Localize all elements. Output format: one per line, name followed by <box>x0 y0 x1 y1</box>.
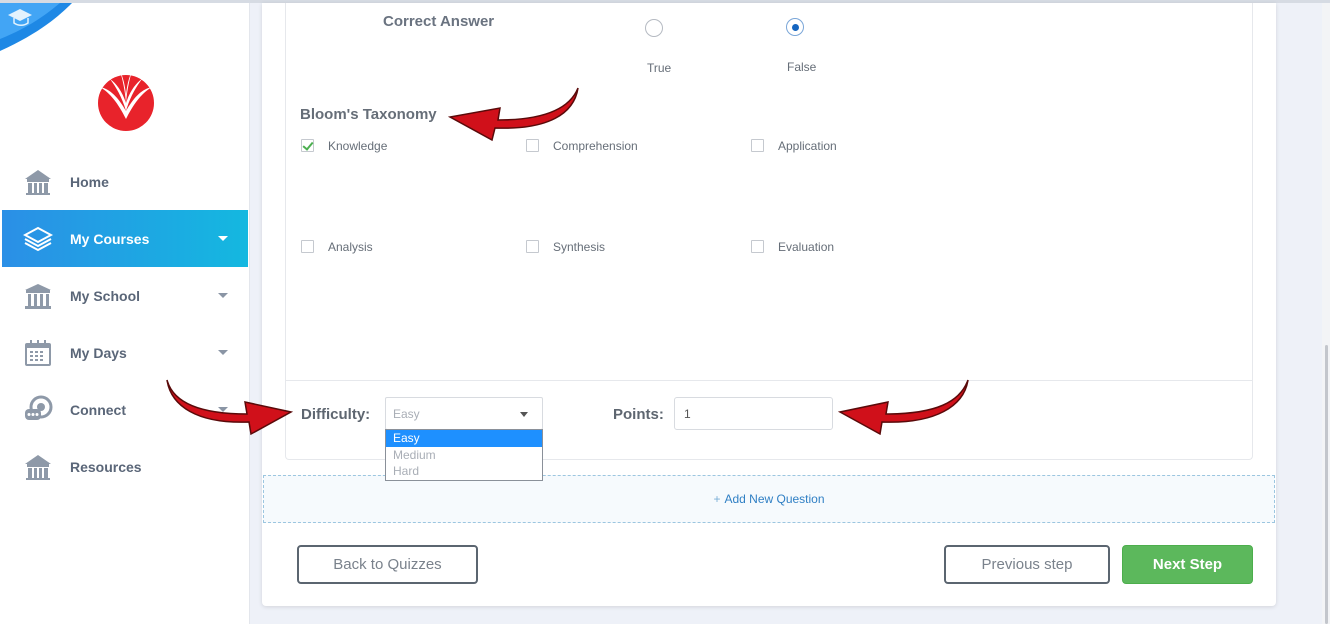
knowledge-label: Knowledge <box>328 139 388 153</box>
school-building-icon <box>22 167 54 197</box>
false-label: False <box>787 60 817 74</box>
chevron-down-icon[interactable] <box>218 236 228 241</box>
analysis-label: Analysis <box>328 240 373 254</box>
points-value: 1 <box>684 407 691 421</box>
columns-building-icon <box>22 281 54 311</box>
difficulty-selected-value: Easy <box>393 407 420 421</box>
synthesis-checkbox[interactable] <box>526 240 539 253</box>
sidebar-item-my-days[interactable]: My Days <box>2 324 248 381</box>
annotation-arrow-icon <box>448 87 579 142</box>
scrollbar-thumb[interactable] <box>1325 345 1328 624</box>
sidebar-item-my-school[interactable]: My School <box>2 267 248 324</box>
back-to-quizzes-button[interactable]: Back to Quizzes <box>297 545 478 584</box>
evaluation-checkbox[interactable] <box>751 240 764 253</box>
application-checkbox[interactable] <box>751 139 764 152</box>
previous-step-button[interactable]: Previous step <box>944 545 1110 584</box>
sidebar-item-label: My Courses <box>70 230 150 247</box>
school-logo <box>98 71 154 131</box>
sidebar-item-resources[interactable]: Resources <box>2 438 248 495</box>
calendar-icon <box>22 338 54 368</box>
chevron-down-icon[interactable] <box>218 350 228 355</box>
blooms-taxonomy-title: Bloom's Taxonomy <box>300 106 437 123</box>
analysis-checkbox[interactable] <box>301 240 314 253</box>
correct-answer-label: Correct Answer <box>383 13 495 30</box>
layers-icon <box>22 224 54 254</box>
difficulty-option-medium[interactable]: Medium <box>386 447 542 464</box>
annotation-arrow-icon <box>837 379 969 436</box>
sidebar-item-label: My Days <box>70 344 127 361</box>
sidebar-item-label: My School <box>70 287 141 304</box>
sidebar: Home My Courses My School My Days Connec… <box>0 3 250 624</box>
chevron-down-icon <box>520 412 528 417</box>
true-label: True <box>647 61 672 75</box>
sidebar-item-label: Home <box>70 173 109 190</box>
false-radio[interactable] <box>786 18 804 36</box>
corner-badge-icon <box>0 3 72 51</box>
sidebar-item-label: Connect <box>70 401 126 418</box>
sidebar-item-home[interactable]: Home <box>2 153 248 210</box>
difficulty-label: Difficulty: <box>301 406 371 423</box>
points-input[interactable]: 1 <box>674 397 833 430</box>
quiz-editor-card: Correct Answer True False Bloom's Taxono… <box>262 3 1276 606</box>
divider <box>286 380 1252 381</box>
add-new-question-label: Add New Question <box>724 492 825 506</box>
chevron-down-icon[interactable] <box>218 293 228 298</box>
synthesis-label: Synthesis <box>553 240 606 254</box>
difficulty-option-easy[interactable]: Easy <box>386 430 542 447</box>
question-panel: Correct Answer True False Bloom's Taxono… <box>285 3 1253 481</box>
difficulty-select[interactable]: Easy <box>385 397 543 430</box>
chat-bubbles-icon <box>22 395 54 425</box>
true-radio[interactable] <box>645 19 663 37</box>
add-new-question-button[interactable]: + Add New Question <box>263 475 1275 523</box>
difficulty-dropdown: Easy Medium Hard <box>385 429 543 481</box>
points-label: Points: <box>613 406 664 423</box>
annotation-arrow-icon <box>166 379 293 436</box>
sidebar-item-my-courses[interactable]: My Courses <box>2 210 248 267</box>
next-step-button[interactable]: Next Step <box>1122 545 1253 584</box>
application-label: Application <box>778 139 837 153</box>
difficulty-option-hard[interactable]: Hard <box>386 463 542 480</box>
sidebar-item-label: Resources <box>70 458 142 475</box>
sidebar-nav: Home My Courses My School My Days Connec… <box>2 153 248 495</box>
evaluation-label: Evaluation <box>778 240 835 254</box>
plus-icon: + <box>713 492 721 506</box>
resources-building-icon <box>22 452 54 482</box>
knowledge-checkbox[interactable] <box>301 139 314 152</box>
